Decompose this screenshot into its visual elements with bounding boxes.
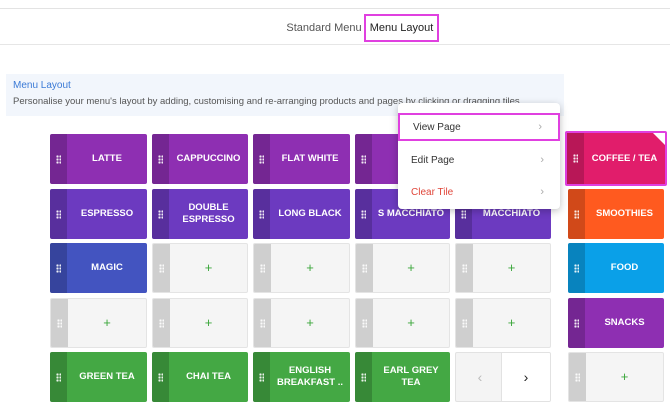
- tile-label: DOUBLE ESPRESSO: [182, 202, 235, 225]
- empty-tile-add[interactable]: +: [152, 298, 248, 348]
- tile-label: CHAI TEA: [186, 371, 231, 382]
- tile-label: SMOOTHIES: [595, 208, 653, 219]
- empty-tile-add[interactable]: +: [455, 243, 551, 293]
- product-tile-flat-white[interactable]: FLAT WHITE: [253, 134, 350, 184]
- tile-label: LATTE: [92, 153, 122, 164]
- product-tile-long-black[interactable]: LONG BLACK: [253, 189, 350, 239]
- top-divider: [0, 8, 670, 9]
- drag-handle-icon[interactable]: [355, 352, 372, 402]
- drag-handle-icon[interactable]: [355, 134, 372, 184]
- page-tile-coffee-tea[interactable]: COFFEE / TEA: [565, 131, 667, 186]
- add-icon: +: [306, 260, 314, 275]
- drag-handle-icon[interactable]: [356, 299, 373, 347]
- empty-tile-add[interactable]: +: [455, 298, 551, 348]
- tile-label: MAGIC: [91, 262, 123, 273]
- chevron-right-icon: ›: [540, 186, 544, 198]
- add-icon: +: [204, 315, 213, 330]
- add-icon: +: [507, 315, 516, 330]
- drag-handle-icon[interactable]: [569, 353, 586, 401]
- product-tile-chai-tea[interactable]: CHAI TEA: [152, 352, 248, 402]
- tile-label: FLAT WHITE: [281, 153, 339, 164]
- drag-handle-icon[interactable]: [152, 189, 169, 239]
- add-icon: +: [407, 315, 415, 330]
- add-icon: +: [103, 315, 111, 330]
- add-icon: +: [306, 315, 314, 330]
- tile-label: CAPPUCCINO: [176, 153, 241, 164]
- menu-item-edit-page[interactable]: Edit Page ›: [398, 146, 560, 174]
- prev-page-button[interactable]: ‹: [456, 353, 504, 401]
- tile-label: ENGLISH BREAKFAST ..: [277, 365, 343, 388]
- add-icon: +: [204, 260, 213, 275]
- drag-handle-icon[interactable]: [254, 244, 271, 292]
- product-tile-espresso[interactable]: ESPRESSO: [50, 189, 147, 239]
- drag-handle-icon[interactable]: [568, 298, 585, 348]
- next-page-button[interactable]: ›: [501, 353, 550, 401]
- drag-handle-icon[interactable]: [253, 352, 270, 402]
- pagination-tile: ‹ ›: [455, 352, 551, 402]
- product-tile-magic[interactable]: MAGIC: [50, 243, 147, 293]
- tile-label: FOOD: [610, 262, 639, 273]
- add-icon: +: [507, 260, 516, 275]
- info-title: Menu Layout: [13, 80, 71, 91]
- menu-item-label: View Page: [413, 121, 461, 133]
- drag-handle-icon[interactable]: [254, 299, 271, 347]
- drag-handle-icon[interactable]: [253, 134, 270, 184]
- drag-handle-icon[interactable]: [456, 244, 473, 292]
- page-tile-food[interactable]: FOOD: [568, 243, 664, 293]
- empty-tile-add[interactable]: +: [152, 243, 248, 293]
- empty-tile-add[interactable]: +: [355, 243, 450, 293]
- drag-handle-icon[interactable]: [456, 299, 473, 347]
- tab-menu-layout[interactable]: Menu Layout: [364, 14, 439, 42]
- menu-item-label: Clear Tile: [411, 186, 454, 198]
- empty-tile-add[interactable]: +: [355, 298, 450, 348]
- menu-item-label: Edit Page: [411, 154, 455, 166]
- product-tile-green-tea[interactable]: GREEN TEA: [50, 352, 147, 402]
- page-tile-snacks[interactable]: SNACKS: [568, 298, 664, 348]
- product-tile-english-breakfast[interactable]: ENGLISH BREAKFAST ..: [253, 352, 350, 402]
- chevron-right-icon: ›: [540, 154, 544, 166]
- product-tile-double-espresso[interactable]: DOUBLE ESPRESSO: [152, 189, 248, 239]
- add-icon: +: [620, 369, 629, 384]
- drag-handle-icon[interactable]: [50, 134, 67, 184]
- menu-item-clear-tile[interactable]: Clear Tile ›: [398, 178, 560, 206]
- tile-label: ESPRESSO: [80, 208, 134, 219]
- empty-tile-add[interactable]: +: [253, 298, 350, 348]
- add-icon: +: [407, 260, 415, 275]
- drag-handle-icon[interactable]: [50, 243, 67, 293]
- selected-corner-marker: [653, 133, 665, 145]
- drag-handle-icon[interactable]: [355, 189, 372, 239]
- tabbar-divider: [0, 44, 670, 45]
- drag-handle-icon[interactable]: [568, 189, 585, 239]
- drag-handle-icon[interactable]: [152, 352, 169, 402]
- drag-handle-icon[interactable]: [50, 189, 67, 239]
- tile-label: EARL GREY TEA: [383, 365, 439, 388]
- empty-tile-add[interactable]: +: [50, 298, 147, 348]
- drag-handle-icon[interactable]: [253, 189, 270, 239]
- drag-handle-icon[interactable]: [567, 133, 584, 184]
- drag-handle-icon[interactable]: [153, 244, 170, 292]
- tab-standard-menu[interactable]: Standard Menu: [286, 14, 362, 42]
- tile-context-menu: View Page › Edit Page › Clear Tile ›: [398, 103, 560, 209]
- drag-handle-icon[interactable]: [568, 243, 585, 293]
- drag-handle-icon[interactable]: [152, 134, 169, 184]
- product-tile-latte[interactable]: LATTE: [50, 134, 147, 184]
- tile-label: GREEN TEA: [79, 371, 135, 382]
- page-tile-add[interactable]: +: [568, 352, 664, 402]
- drag-handle-icon[interactable]: [153, 299, 170, 347]
- drag-handle-icon[interactable]: [356, 244, 373, 292]
- product-tile-cappuccino[interactable]: CAPPUCCINO: [152, 134, 248, 184]
- product-tile-earl-grey-tea[interactable]: EARL GREY TEA: [355, 352, 450, 402]
- drag-handle-icon[interactable]: [50, 352, 67, 402]
- page-tile-smoothies[interactable]: SMOOTHIES: [568, 189, 664, 239]
- drag-handle-icon[interactable]: [51, 299, 68, 347]
- tile-label: LONG BLACK: [278, 208, 342, 219]
- empty-tile-add[interactable]: +: [253, 243, 350, 293]
- menu-item-view-page[interactable]: View Page ›: [398, 113, 560, 141]
- tile-label: SNACKS: [604, 317, 645, 328]
- chevron-right-icon: ›: [538, 121, 542, 133]
